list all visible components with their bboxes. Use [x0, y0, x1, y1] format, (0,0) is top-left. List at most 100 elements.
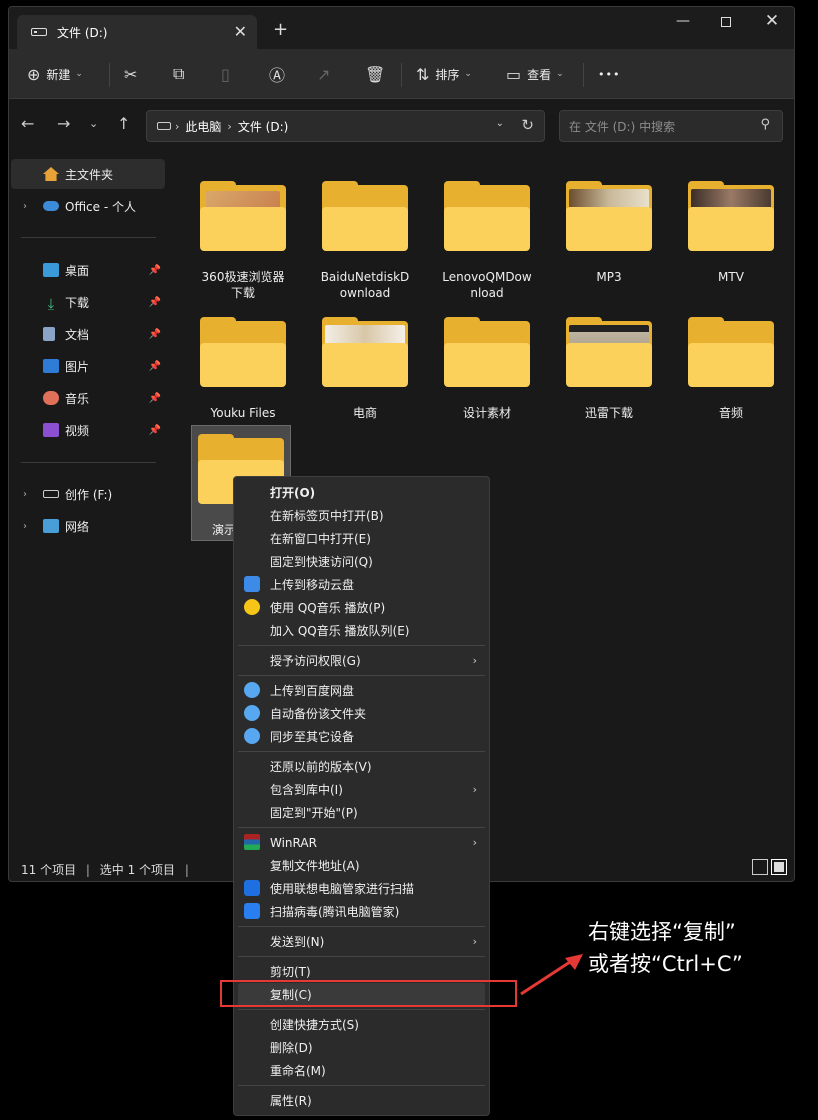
address-row: ← → ⌄ ↑ › 此电脑 › 文件 (D:) ⌄ ↻ 在 文件 (D:) 中搜… — [9, 100, 794, 150]
menu-item-copy-path[interactable]: 复制文件地址(A) — [238, 854, 485, 877]
menu-item-lenovo-scan[interactable]: 使用联想电脑管家进行扫描 — [238, 877, 485, 900]
tab-drive-d[interactable]: 文件 (D:) ✕ — [17, 15, 257, 49]
menu-item-pin-start[interactable]: 固定到"开始"(P) — [238, 801, 485, 824]
menu-item-restore-versions[interactable]: 还原以前的版本(V) — [238, 755, 485, 778]
sort-label: 排序 — [435, 67, 460, 82]
menu-item-create-shortcut[interactable]: 创建快捷方式(S) — [238, 1013, 485, 1036]
submenu-arrow-icon: › — [472, 654, 477, 667]
sidebar-item-music[interactable]: 音乐 📌 — [11, 383, 165, 413]
folder-item[interactable]: 音频 — [681, 317, 781, 421]
menu-item-properties[interactable]: 属性(R) — [238, 1089, 485, 1112]
menu-item-tencent-scan[interactable]: 扫描病毒(腾讯电脑管家) — [238, 900, 485, 923]
pin-icon[interactable]: 📌 — [149, 425, 161, 436]
menu-item-qqmusic-queue[interactable]: 加入 QQ音乐 播放队列(E) — [238, 619, 485, 642]
paste-button[interactable]: ▯ — [221, 61, 236, 87]
refresh-icon[interactable]: ↻ — [521, 116, 534, 134]
sidebar-item-home[interactable]: 主文件夹 — [11, 159, 165, 189]
delete-button[interactable]: 🗑 — [365, 61, 391, 87]
pin-icon[interactable]: 📌 — [149, 297, 161, 308]
expand-chevron-icon[interactable]: › — [23, 489, 27, 500]
menu-item-open[interactable]: 打开(O) — [238, 481, 485, 504]
menu-item-upload-mobile-cloud[interactable]: 上传到移动云盘 — [238, 573, 485, 596]
minimize-button[interactable]: — — [663, 13, 703, 29]
close-window-button[interactable]: ✕ — [752, 11, 792, 31]
share-button[interactable]: ↗ — [317, 61, 336, 87]
address-dropdown-icon[interactable]: ⌄ — [496, 118, 504, 129]
sort-button[interactable]: ⇅ 排序 ⌄ — [416, 61, 472, 87]
new-button[interactable]: ⊕ 新建 ⌄ — [27, 61, 83, 87]
menu-item-label: 授予访问权限(G) — [270, 654, 361, 668]
sidebar-item-videos[interactable]: 视频 📌 — [11, 415, 165, 445]
folder-item[interactable]: LenovoQMDow nload — [437, 181, 537, 301]
folder-item[interactable]: MP3 — [559, 181, 659, 285]
pin-icon[interactable]: 📌 — [149, 393, 161, 404]
copy-button[interactable]: ⧉ — [173, 61, 190, 87]
menu-item-send-to[interactable]: 发送到(N) › — [238, 930, 485, 953]
sidebar-item-downloads[interactable]: ⤓ 下载 📌 — [11, 287, 165, 317]
large-icons-view-icon[interactable] — [771, 859, 787, 875]
expand-chevron-icon[interactable]: › — [23, 521, 27, 532]
folder-icon — [322, 181, 408, 251]
document-icon — [43, 327, 55, 341]
pin-icon[interactable]: 📌 — [149, 265, 161, 276]
breadcrumb-drive-d[interactable]: 文件 (D:) — [238, 118, 288, 135]
menu-item-label: 上传到移动云盘 — [270, 578, 355, 592]
sidebar-item-office[interactable]: › Office - 个人 — [11, 191, 165, 221]
menu-item-qqmusic-play[interactable]: 使用 QQ音乐 播放(P) — [238, 596, 485, 619]
plus-circle-icon: ⊕ — [27, 64, 41, 84]
item-count: 11 个项目 — [21, 863, 77, 877]
menu-item-pin-quick-access[interactable]: 固定到快速访问(Q) — [238, 550, 485, 573]
expand-chevron-icon[interactable]: › — [23, 201, 27, 212]
cut-button[interactable]: ✂ — [124, 61, 143, 87]
menu-item-label: 包含到库中(I) — [270, 783, 343, 797]
more-options-button[interactable]: ••• — [598, 61, 620, 87]
breadcrumb-separator-icon: › — [175, 119, 180, 133]
sidebar-divider — [21, 237, 156, 238]
pin-icon[interactable]: 📌 — [149, 361, 161, 372]
share-icon: ↗ — [317, 64, 331, 84]
recent-locations-chevron-icon[interactable]: ⌄ — [89, 117, 98, 130]
menu-item-include-library[interactable]: 包含到库中(I) › — [238, 778, 485, 801]
up-arrow-icon[interactable]: ↑ — [117, 114, 130, 133]
details-view-icon[interactable] — [752, 859, 768, 875]
view-button[interactable]: ▭ 查看 ⌄ — [506, 61, 564, 87]
folder-item[interactable]: 360极速浏览器 下载 — [193, 181, 293, 301]
tab-close-icon[interactable]: ✕ — [234, 22, 247, 41]
folder-icon — [688, 181, 774, 251]
download-icon: ⤓ — [47, 295, 55, 313]
rename-button[interactable]: Ⓐ — [269, 61, 291, 87]
menu-separator — [238, 1085, 485, 1086]
maximize-button[interactable] — [706, 13, 746, 31]
folder-item[interactable]: MTV — [681, 181, 781, 285]
address-bar[interactable]: › 此电脑 › 文件 (D:) ⌄ ↻ — [146, 110, 545, 142]
menu-item-delete[interactable]: 删除(D) — [238, 1036, 485, 1059]
menu-item-upload-baidu[interactable]: 上传到百度网盘 — [238, 679, 485, 702]
menu-item-sync-devices[interactable]: 同步至其它设备 — [238, 725, 485, 748]
forward-arrow-icon[interactable]: → — [57, 114, 70, 133]
pin-icon[interactable]: 📌 — [149, 329, 161, 340]
folder-item[interactable]: Youku Files — [193, 317, 293, 421]
menu-item-open-new-window[interactable]: 在新窗口中打开(E) — [238, 527, 485, 550]
folder-item[interactable]: BaiduNetdiskD ownload — [315, 181, 415, 301]
rename-icon: Ⓐ — [269, 66, 286, 85]
sidebar-item-documents[interactable]: 文档 📌 — [11, 319, 165, 349]
add-tab-button[interactable]: + — [273, 19, 288, 40]
menu-item-label: 自动备份该文件夹 — [270, 707, 367, 721]
folder-item[interactable]: 设计素材 — [437, 317, 537, 421]
folder-item[interactable]: 迅雷下载 — [559, 317, 659, 421]
menu-item-winrar[interactable]: WinRAR › — [238, 831, 485, 854]
menu-separator — [238, 926, 485, 927]
menu-item-open-new-tab[interactable]: 在新标签页中打开(B) — [238, 504, 485, 527]
search-input[interactable]: 在 文件 (D:) 中搜索 ⚲ — [559, 110, 783, 142]
sidebar-item-desktop[interactable]: 桌面 📌 — [11, 255, 165, 285]
menu-item-auto-backup[interactable]: 自动备份该文件夹 — [238, 702, 485, 725]
menu-item-grant-access[interactable]: 授予访问权限(G) › — [238, 649, 485, 672]
folder-item[interactable]: 电商 — [315, 317, 415, 421]
sidebar-item-network[interactable]: › 网络 — [11, 511, 165, 541]
back-arrow-icon[interactable]: ← — [21, 114, 34, 133]
menu-item-rename[interactable]: 重命名(M) — [238, 1059, 485, 1082]
sidebar-item-pictures[interactable]: 图片 📌 — [11, 351, 165, 381]
sidebar-item-drive-f[interactable]: › 创作 (F:) — [11, 479, 165, 509]
folder-name: LenovoQMDow nload — [442, 270, 532, 300]
breadcrumb-this-pc[interactable]: 此电脑 — [185, 118, 221, 135]
